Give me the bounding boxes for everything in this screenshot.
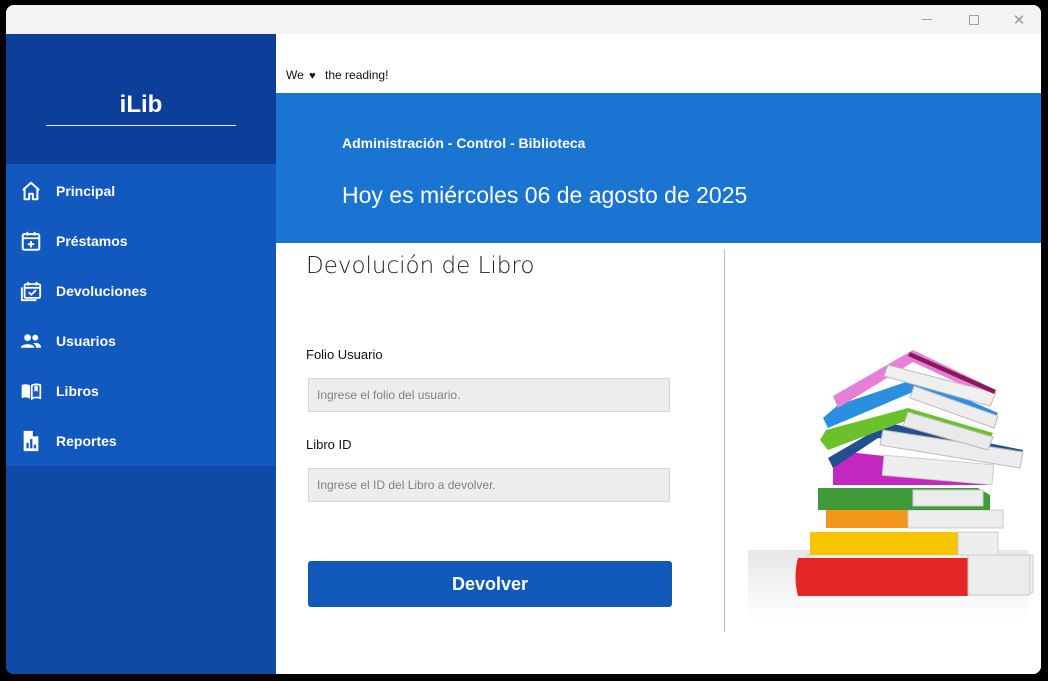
tagline-prefix: We	[286, 68, 304, 82]
sidebar-item-principal[interactable]: Principal	[6, 166, 276, 216]
brand-title: iLib	[119, 91, 163, 118]
home-icon	[20, 180, 42, 202]
sidebar: iLib Principal Préstamos Devoluciones Us…	[6, 34, 276, 674]
sidebar-item-devoluciones[interactable]: Devoluciones	[6, 266, 276, 316]
current-date: Hoy es miércoles 06 de agosto de 2025	[342, 182, 748, 208]
tagline-suffix: the reading!	[325, 68, 389, 82]
page-title: Devolución de Libro	[306, 253, 535, 279]
calendar-plus-icon	[20, 230, 42, 252]
sidebar-item-reportes[interactable]: Reportes	[6, 416, 276, 466]
title-bar: ✕	[6, 5, 1041, 34]
main-content: We ♥ the reading! Administración - Contr…	[276, 34, 1041, 674]
header-banner: Administración - Control - Biblioteca Ho…	[276, 93, 1041, 243]
calendar-check-icon	[20, 280, 42, 302]
sidebar-nav: Principal Préstamos Devoluciones Usuario…	[6, 164, 276, 466]
sidebar-item-libros[interactable]: Libros	[6, 366, 276, 416]
brand-area: iLib	[6, 34, 276, 164]
minimize-button[interactable]	[904, 5, 950, 34]
sidebar-item-label: Libros	[56, 383, 99, 399]
vertical-divider	[724, 249, 725, 632]
header-subtitle: Administración - Control - Biblioteca	[342, 135, 586, 151]
report-icon	[20, 430, 42, 452]
folio-label: Folio Usuario	[306, 347, 383, 362]
close-button[interactable]: ✕	[996, 5, 1041, 34]
users-icon	[20, 330, 42, 352]
libro-id-input[interactable]	[308, 468, 670, 502]
close-icon: ✕	[1012, 11, 1026, 29]
tagline: We ♥ the reading!	[286, 68, 388, 82]
book-open-icon	[20, 380, 42, 402]
maximize-icon	[969, 14, 979, 25]
books-illustration	[738, 310, 1038, 650]
sidebar-item-label: Reportes	[56, 433, 117, 449]
folio-input[interactable]	[308, 378, 670, 412]
return-button[interactable]: Devolver	[308, 561, 672, 607]
heart-icon: ♥	[309, 70, 316, 82]
minimize-icon	[922, 19, 932, 20]
brand-divider	[46, 125, 236, 126]
sidebar-item-label: Préstamos	[56, 233, 128, 249]
sidebar-item-usuarios[interactable]: Usuarios	[6, 316, 276, 366]
libro-id-label: Libro ID	[306, 437, 352, 452]
sidebar-item-label: Principal	[56, 183, 116, 199]
sidebar-item-label: Devoluciones	[56, 283, 148, 299]
app-window: ✕ iLib Principal Préstamos Devoluciones …	[6, 5, 1041, 674]
sidebar-item-prestamos[interactable]: Préstamos	[6, 216, 276, 266]
sidebar-item-label: Usuarios	[56, 333, 116, 349]
maximize-button[interactable]	[951, 5, 997, 34]
